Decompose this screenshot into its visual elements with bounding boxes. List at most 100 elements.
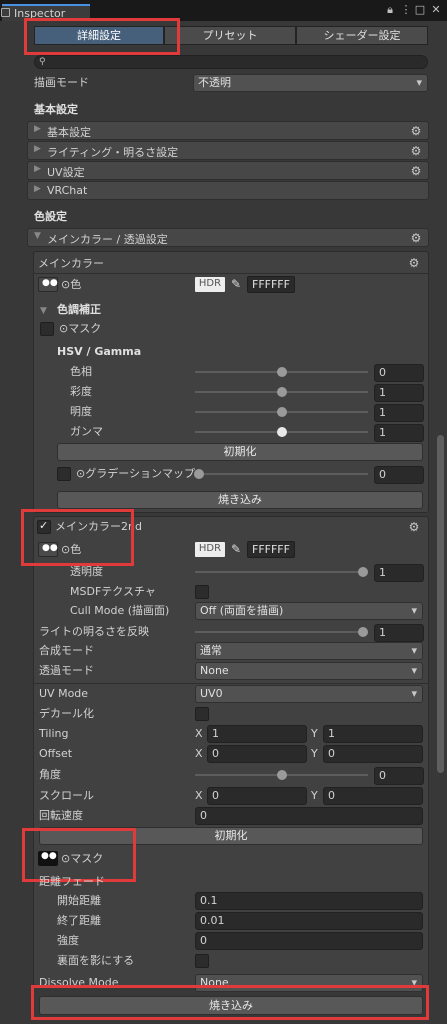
- main-color-title: メインカラー: [38, 257, 104, 270]
- tab-presets[interactable]: プリセット: [164, 26, 296, 45]
- divider: [34, 683, 428, 684]
- rotation-speed-input[interactable]: 0: [195, 807, 423, 825]
- main-color-label: ⊙色: [61, 278, 82, 291]
- alpha-mode-label: 透過モード: [39, 664, 94, 677]
- msdf-checkbox[interactable]: [195, 585, 209, 599]
- opacity-slider-knob[interactable]: [358, 567, 368, 577]
- texture-slot[interactable]: ●●: [38, 542, 58, 557]
- hsv-value-input[interactable]: 1: [374, 384, 424, 402]
- fold-basic[interactable]: ▶ 基本設定 ⚙: [27, 121, 429, 140]
- cull-mode-select[interactable]: Off (両面を描画): [195, 602, 423, 620]
- gear-icon[interactable]: ⚙: [410, 125, 422, 137]
- uv-mode-label: UV Mode: [39, 687, 89, 700]
- main-bake-button[interactable]: 焼き込み: [57, 491, 423, 509]
- cull-mode-label: Cull Mode (描画面): [70, 604, 170, 617]
- alpha-mode-value: None: [200, 664, 229, 677]
- decal-checkbox[interactable]: [195, 707, 209, 721]
- backface-shadow-checkbox[interactable]: [195, 954, 209, 968]
- light-slider-track[interactable]: [195, 631, 368, 633]
- tab-shader-settings[interactable]: シェーダー設定: [296, 26, 428, 45]
- main-reset-button[interactable]: 初期化: [57, 443, 423, 461]
- gradation-slider-track[interactable]: [195, 473, 368, 475]
- scroll-y-input[interactable]: 0: [323, 787, 423, 805]
- decal-label: デカール化: [39, 707, 94, 720]
- hex-input[interactable]: FFFFFF: [247, 541, 295, 558]
- tiling-x-label: X: [195, 727, 203, 740]
- gear-icon[interactable]: ⚙: [408, 257, 420, 269]
- gear-icon[interactable]: ⚙: [410, 145, 422, 157]
- highlight-box: [22, 828, 136, 882]
- tone-mask-label: ⊙マスク: [59, 322, 102, 335]
- fold-basic-label: 基本設定: [47, 126, 91, 139]
- expand-triangle-icon: ▶: [34, 144, 41, 154]
- opacity-value-input[interactable]: 1: [374, 564, 424, 582]
- opacity-slider-track[interactable]: [195, 571, 368, 573]
- rotation-speed-label: 回転速度: [39, 809, 83, 822]
- fade-end-label: 終了距離: [57, 914, 101, 927]
- fold-main-color[interactable]: ▼ メインカラー / 透過設定 ⚙: [27, 228, 429, 247]
- tiling-y-input[interactable]: 1: [323, 725, 423, 743]
- light-value-input[interactable]: 1: [374, 624, 424, 642]
- kebab-menu-icon[interactable]: ⋮: [400, 4, 412, 16]
- uv-mode-select[interactable]: UV0: [195, 685, 423, 703]
- hdr-color-field[interactable]: HDR: [195, 542, 225, 557]
- backface-shadow-label: 裏面を影にする: [57, 954, 135, 967]
- light-slider-knob[interactable]: [358, 627, 368, 637]
- hsv-slider-knob[interactable]: [276, 387, 287, 397]
- expand-triangle-icon: ▶: [34, 184, 41, 194]
- render-mode-select[interactable]: 不透明: [193, 74, 428, 92]
- tiling-x-input[interactable]: 1: [207, 725, 307, 743]
- scroll-label: スクロール: [39, 789, 94, 802]
- gradation-value-input[interactable]: 0: [374, 466, 424, 484]
- strength-input[interactable]: 0: [195, 932, 423, 950]
- fold-uv[interactable]: ▶ UV設定 ⚙: [27, 161, 429, 180]
- alpha-mode-select[interactable]: None: [195, 662, 423, 680]
- lock-icon[interactable]: 🔒︎: [384, 4, 396, 16]
- hsv-slider-knob[interactable]: [276, 407, 287, 417]
- hsv-value-input[interactable]: 1: [374, 424, 424, 442]
- render-mode-label: 描画モード: [34, 76, 89, 89]
- angle-value-input[interactable]: 0: [374, 767, 424, 785]
- eyedropper-icon[interactable]: ✎: [229, 277, 243, 292]
- blend-mode-select[interactable]: 通常: [195, 642, 423, 660]
- fade-start-input[interactable]: 0.1: [195, 892, 423, 910]
- search-input[interactable]: ⚲: [34, 55, 428, 69]
- offset-x-input[interactable]: 0: [207, 745, 307, 763]
- gear-icon[interactable]: ⚙: [410, 165, 422, 177]
- offset-x-label: X: [195, 747, 203, 760]
- gradation-slider-knob[interactable]: [194, 469, 204, 479]
- texture-slot[interactable]: ●●: [38, 277, 58, 292]
- hsv-value-input[interactable]: 1: [374, 404, 424, 422]
- hsv-value-input[interactable]: 0: [374, 364, 424, 382]
- search-icon: ⚲: [39, 57, 46, 67]
- collapse-triangle-icon: ▼: [40, 306, 47, 316]
- offset-y-label: Y: [311, 747, 318, 760]
- tone-correction-heading: 色調補正: [57, 303, 101, 316]
- inspector-icon: [1, 8, 10, 17]
- scrollbar-thumb[interactable]: [437, 435, 444, 773]
- uv-mode-value: UV0: [200, 687, 223, 700]
- offset-y-input[interactable]: 0: [323, 745, 423, 763]
- hex-input[interactable]: FFFFFF: [247, 276, 295, 293]
- tone-mask-slot[interactable]: [40, 322, 54, 336]
- close-icon[interactable]: ✕: [430, 4, 442, 16]
- highlight-box: [24, 18, 180, 55]
- hsv-slider-label: 彩度: [70, 385, 92, 398]
- eyedropper-icon[interactable]: ✎: [229, 542, 243, 557]
- gear-icon[interactable]: ⚙: [410, 232, 422, 244]
- hsv-slider-knob[interactable]: [276, 367, 287, 377]
- maximize-icon[interactable]: □: [414, 4, 426, 16]
- gradation-map-slot[interactable]: [57, 467, 71, 481]
- texture-dots-icon: ●●: [42, 278, 58, 288]
- fold-lighting[interactable]: ▶ ライティング・明るさ設定 ⚙: [27, 141, 429, 160]
- angle-slider-knob[interactable]: [277, 770, 287, 780]
- hsv-slider-knob[interactable]: [276, 427, 287, 437]
- scroll-y-label: Y: [311, 789, 318, 802]
- fade-end-input[interactable]: 0.01: [195, 912, 423, 930]
- fold-vrchat[interactable]: ▶ VRChat: [27, 181, 429, 200]
- hsv-gamma-heading: HSV / Gamma: [57, 345, 142, 358]
- hsv-slider-label: 色相: [70, 365, 92, 378]
- gear-icon[interactable]: ⚙: [408, 521, 420, 533]
- hdr-color-field[interactable]: HDR: [195, 277, 225, 292]
- scroll-x-input[interactable]: 0: [207, 787, 307, 805]
